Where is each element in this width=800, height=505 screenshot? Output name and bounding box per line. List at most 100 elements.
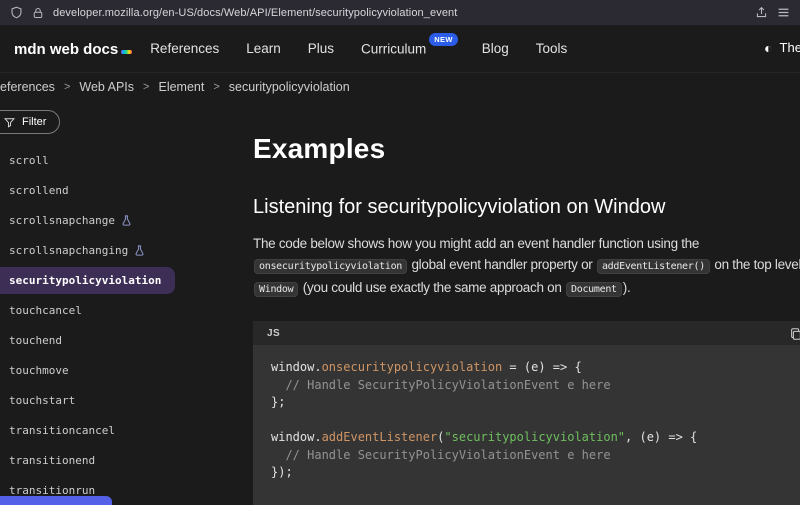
shield-icon[interactable] [10,6,23,19]
page-content: Filter scroll scrollend scrollsnapchange sc… [0,100,800,505]
sidebar-item-transitionend[interactable]: transitionend [0,445,253,475]
code-token: , (e) => { [625,430,697,444]
sidebar-item-touchstart[interactable]: touchstart [0,385,253,415]
breadcrumb-separator: > [64,81,70,93]
sidebar-item-touchmove[interactable]: touchmove [0,355,253,385]
screen: developer.mozilla.org/en-US/docs/Web/API… [0,0,800,505]
section-heading: Examples [253,133,800,165]
sidebar-item-label: transitioncancel [9,424,115,437]
breadcrumb-separator: > [143,81,149,93]
sidebar-item-label: transitionend [9,454,95,467]
sidebar-item-label: scrollsnapchanging [9,244,128,257]
code-token: addEventListener [322,430,438,444]
description-paragraph: The code below shows how you might add a… [253,233,800,300]
code-token: window. [271,430,322,444]
sidebar-item-touchcancel[interactable]: touchcancel [0,295,253,325]
copy-code-button[interactable] [787,325,800,343]
code-line [271,412,782,430]
code-language-label: JS [267,328,280,339]
breadcrumb-item[interactable]: References [0,80,55,94]
sidebar-item-label: touchstart [9,394,75,407]
sidebar-item-scrollend[interactable]: scrollend [0,175,253,205]
code-token: }); [271,465,293,479]
menu-icon[interactable] [777,6,790,19]
main-navigation: References Learn Plus CurriculumNEW Blog Tool… [150,41,567,57]
nav-item-references[interactable]: References [150,41,219,57]
breadcrumb-item[interactable]: Web APIs [79,80,134,94]
code-line: // Handle SecurityPolicyViolationEvent e… [271,377,782,395]
paragraph-line: onsecuritypolicyviolation global event h… [253,254,800,277]
filter-button[interactable]: Filter [0,110,60,134]
code-token: "securitypolicyviolation" [444,430,625,444]
sidebar-item-label: touchmove [9,364,69,377]
sidebar: Filter scroll scrollend scrollsnapchange sc… [0,100,253,505]
breadcrumb: References > Web APIs > Element > securitypoli… [0,73,800,100]
sidebar-item-scroll[interactable]: scroll [0,145,253,175]
nav-item-label: Learn [246,41,281,56]
sidebar-item-label: touchend [9,334,62,347]
share-icon[interactable] [755,6,768,19]
subsection-heading: Listening for securitypolicyviolation on… [253,196,800,219]
inline-code: Document [566,282,622,297]
sidebar-item-label: touchcancel [9,304,82,317]
code-example: JS window.onsecuritypolicyviolation = (e… [253,321,800,505]
sidebar-item-label: scroll [9,154,49,167]
nav-item-tools[interactable]: Tools [536,41,568,57]
code-token: // Handle SecurityPolicyViolationEvent e… [271,378,611,392]
sidebar-item-label: securitypolicyviolation [9,274,161,287]
sidebar-item-label: transitionrun [9,484,95,497]
bottom-accent-bar [0,496,112,505]
breadcrumb-item[interactable]: Element [158,80,204,94]
url-bar[interactable]: developer.mozilla.org/en-US/docs/Web/API… [53,7,457,19]
code-line: }); [271,464,782,482]
inline-code: Window [254,282,298,297]
code-body: window.onsecuritypolicyviolation = (e) =… [253,345,800,505]
lock-icon[interactable] [32,7,44,19]
inline-code: addEventListener() [597,259,710,274]
inline-code: onsecuritypolicyviolation [254,259,407,274]
experimental-flask-icon [134,245,145,256]
code-token: // Handle SecurityPolicyViolationEvent e… [271,448,611,462]
paragraph-line: The code below shows how you might add a… [253,233,800,254]
paragraph-line: Window (you could use exactly the same a… [253,277,800,300]
code-token: = (e) => { [502,360,581,374]
code-line: window.addEventListener("securitypolicyv… [271,429,782,447]
code-line: window.onsecuritypolicyviolation = (e) =… [271,359,782,377]
code-token: window. [271,360,322,374]
breadcrumb-separator: > [213,81,219,93]
nav-item-label: Blog [482,41,509,56]
sidebar-item-touchend[interactable]: touchend [0,325,253,355]
experimental-flask-icon [121,215,132,226]
browser-toolbar: developer.mozilla.org/en-US/docs/Web/API… [0,0,800,26]
nav-item-label: Curriculum [361,42,426,57]
sidebar-item-scrollsnapchange[interactable]: scrollsnapchange [0,205,253,235]
mdn-logo[interactable]: mdn web docs [14,41,132,58]
sidebar-item-label: scrollsnapchange [9,214,115,227]
nav-item-label: Plus [308,41,334,56]
site-header: mdn web docs References Learn Plus Curricul… [0,26,800,73]
new-badge: NEW [429,33,457,46]
article: Examples Listening for securitypolicyvio… [253,100,800,505]
mdn-logo-text: mdn web docs [14,41,118,58]
breadcrumb-item[interactable]: securitypolicyviolation [229,80,350,94]
sidebar-item-transitioncancel[interactable]: transitioncancel [0,415,253,445]
code-line: // Handle SecurityPolicyViolationEvent e… [271,447,782,465]
logo-rainbow-cursor-icon [121,50,132,54]
nav-item-plus[interactable]: Plus [308,41,334,57]
theme-half-moon-icon: ◐ [764,41,772,55]
code-token: onsecuritypolicyviolation [322,360,503,374]
nav-item-curriculum[interactable]: CurriculumNEW [361,41,455,57]
filter-button-label: Filter [22,116,46,128]
code-line: }; [271,394,782,412]
code-token: }; [271,395,285,409]
nav-item-learn[interactable]: Learn [246,41,281,57]
nav-item-label: References [150,41,219,56]
theme-toggle-button[interactable]: ◐ Theme [758,39,800,56]
sidebar-item-label: scrollend [9,184,69,197]
nav-item-label: Tools [536,41,568,56]
sidebar-item-scrollsnapchanging[interactable]: scrollsnapchanging [0,235,253,265]
nav-item-blog[interactable]: Blog [482,41,509,57]
sidebar-item-securitypolicyviolation[interactable]: securitypolicyviolation [0,267,175,294]
theme-label: Theme [780,40,800,55]
funnel-icon [4,117,15,128]
